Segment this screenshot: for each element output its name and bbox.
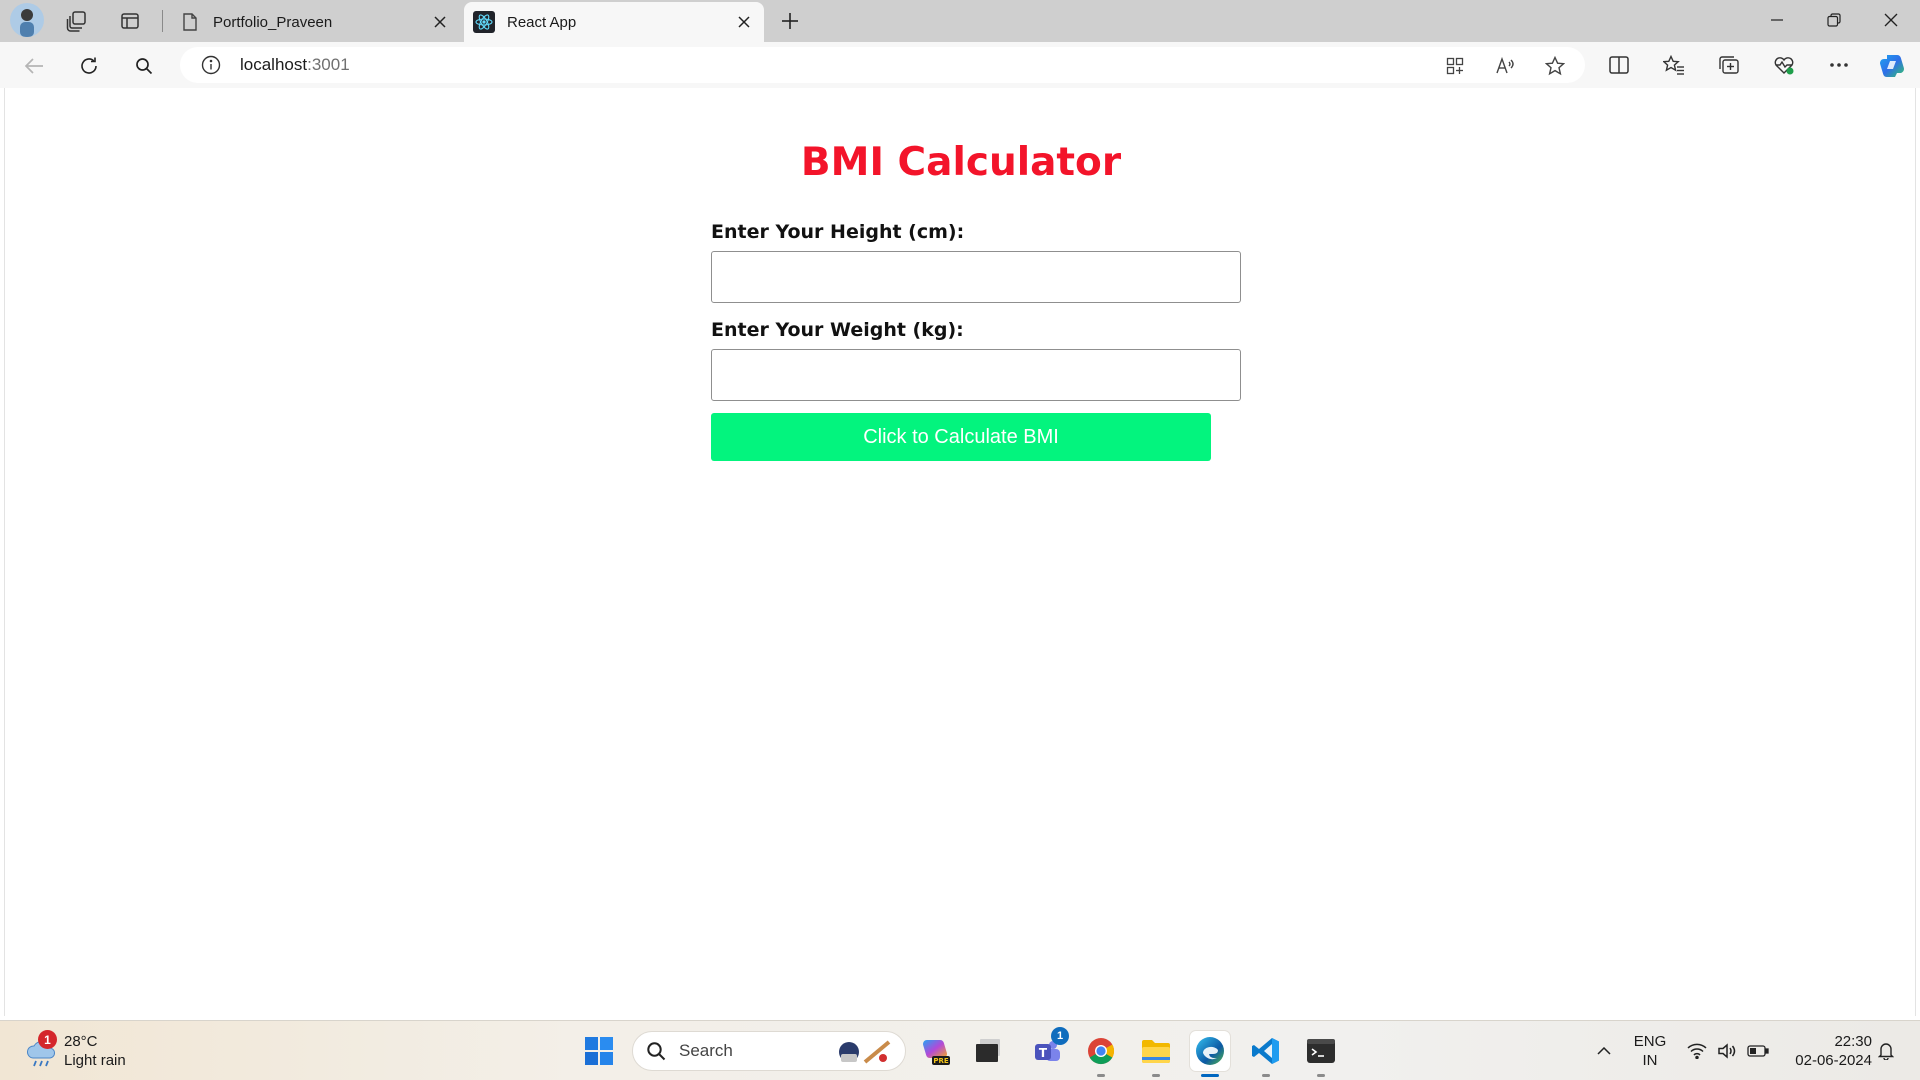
taskbar: 1 28°C Light rain Search PRE T 1 ENG IN …: [0, 1020, 1920, 1080]
wifi-icon[interactable]: [1684, 1021, 1710, 1080]
url-text: localhost:3001: [240, 55, 350, 75]
close-icon[interactable]: [426, 8, 454, 36]
height-label: Enter Your Height (cm):: [711, 221, 965, 243]
search-label: Search: [679, 1041, 733, 1060]
task-view-icon[interactable]: [968, 1031, 1008, 1071]
clock-date: 02-06-2024: [1795, 1052, 1872, 1069]
file-explorer-icon[interactable]: [1136, 1031, 1176, 1077]
more-icon[interactable]: [1823, 49, 1855, 81]
vertical-tabs-icon[interactable]: [115, 6, 145, 36]
weather-widget[interactable]: 1 28°C Light rain: [24, 1029, 126, 1073]
page-viewport: BMI Calculator Enter Your Height (cm): E…: [4, 88, 1916, 1016]
close-icon[interactable]: [730, 8, 758, 36]
url-bar[interactable]: localhost:3001: [180, 47, 1585, 83]
collections-icon[interactable]: [1713, 49, 1745, 81]
tab-title: React App: [507, 13, 577, 31]
edge-icon[interactable]: [1190, 1031, 1230, 1077]
tab-strip: Portfolio_Praveen React App: [0, 0, 1920, 42]
favorites-icon[interactable]: [1658, 49, 1690, 81]
cricket-doodle-icon: [833, 1036, 895, 1068]
notification-bell-icon[interactable]: [1874, 1021, 1898, 1080]
rain-cloud-icon: 1: [24, 1030, 58, 1068]
copilot-icon[interactable]: [1877, 49, 1909, 81]
read-aloud-icon[interactable]: [1490, 51, 1520, 81]
close-window-button[interactable]: [1862, 0, 1920, 40]
workspaces-icon[interactable]: [62, 6, 92, 36]
back-arrow-icon[interactable]: [18, 50, 50, 82]
search-icon: [645, 1040, 667, 1062]
profile-avatar[interactable]: [10, 3, 44, 37]
running-indicator: [1152, 1074, 1160, 1077]
clock[interactable]: 22:30 02-06-2024: [1778, 1021, 1872, 1080]
address-bar: localhost:3001: [0, 42, 1920, 88]
language-code: ENG: [1633, 1033, 1667, 1050]
volume-icon[interactable]: [1714, 1021, 1740, 1080]
teams-icon[interactable]: T 1: [1027, 1027, 1069, 1071]
refresh-icon[interactable]: [73, 50, 105, 82]
heart-pulse-icon[interactable]: [1768, 49, 1800, 81]
split-screen-icon[interactable]: [1603, 49, 1635, 81]
star-icon[interactable]: [1540, 51, 1570, 81]
info-icon[interactable]: [200, 54, 222, 76]
battery-icon[interactable]: [1744, 1021, 1772, 1080]
terminal-icon[interactable]: [1301, 1031, 1341, 1077]
tab-title: Portfolio_Praveen: [213, 13, 333, 31]
running-indicator: [1317, 1074, 1325, 1077]
copilot-pre-icon[interactable]: PRE: [916, 1031, 956, 1071]
svg-text:T: T: [1039, 1046, 1048, 1060]
tab-portfolio[interactable]: Portfolio_Praveen: [170, 2, 460, 42]
weather-condition: Light rain: [64, 1052, 126, 1069]
windows-start-icon[interactable]: [579, 1031, 619, 1071]
tab-separator: [162, 10, 163, 32]
language-indicator[interactable]: ENG IN: [1628, 1021, 1672, 1080]
clock-time: 22:30: [1834, 1033, 1872, 1050]
region-code: IN: [1642, 1052, 1658, 1069]
chevron-up-icon[interactable]: [1590, 1021, 1618, 1080]
new-tab-button[interactable]: [775, 6, 805, 36]
page-icon: [179, 11, 201, 33]
url-host: localhost: [240, 55, 308, 74]
weight-input[interactable]: [711, 349, 1241, 401]
running-indicator: [1262, 1074, 1270, 1077]
chrome-icon[interactable]: [1081, 1031, 1121, 1077]
calculate-bmi-button[interactable]: Click to Calculate BMI: [711, 413, 1211, 461]
restore-button[interactable]: [1805, 0, 1863, 40]
search-icon[interactable]: [128, 50, 160, 82]
page-title: BMI Calculator: [800, 140, 1122, 185]
teams-badge: 1: [1051, 1027, 1069, 1045]
vscode-icon[interactable]: [1246, 1031, 1286, 1077]
weight-label: Enter Your Weight (kg):: [711, 319, 964, 341]
url-port: :3001: [307, 55, 350, 74]
weather-text: 28°C Light rain: [64, 1032, 126, 1070]
weather-temp: 28°C: [64, 1033, 98, 1050]
minimize-button[interactable]: [1748, 0, 1806, 40]
running-indicator: [1201, 1074, 1219, 1077]
height-input[interactable]: [711, 251, 1241, 303]
svg-text:PRE: PRE: [933, 1057, 949, 1065]
taskbar-search[interactable]: Search: [632, 1031, 906, 1071]
running-indicator: [1097, 1074, 1105, 1077]
app-available-icon[interactable]: [1440, 51, 1470, 81]
weather-badge: 1: [38, 1030, 57, 1049]
react-icon: [473, 11, 495, 33]
tab-react-app[interactable]: React App: [464, 2, 764, 42]
